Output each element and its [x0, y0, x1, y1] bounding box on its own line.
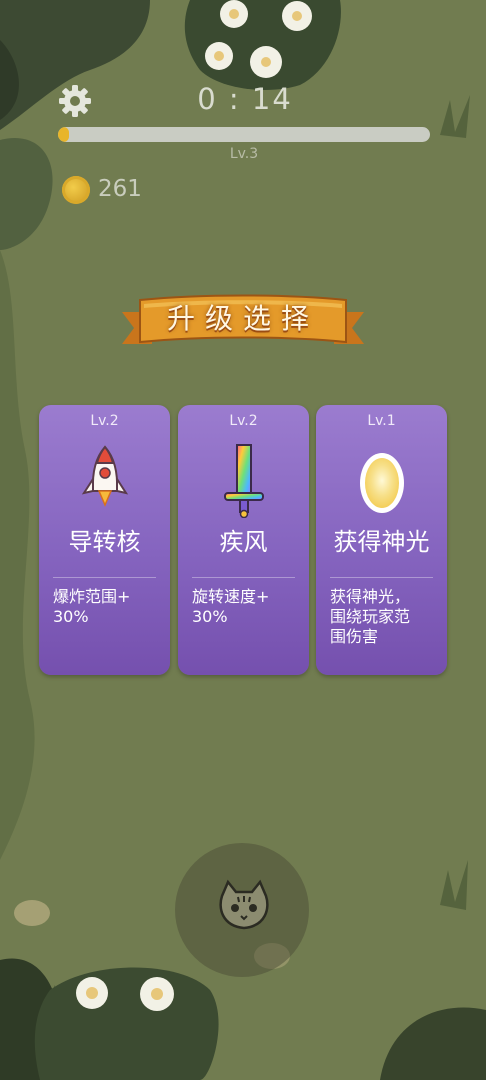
xp-progress-bar [58, 127, 430, 142]
rainbow-sword-icon [224, 444, 264, 518]
gear-icon[interactable] [56, 82, 94, 120]
game-timer: 0 : 14 [197, 82, 293, 116]
card-divider [192, 577, 295, 578]
card-level: Lv.2 [229, 413, 258, 429]
hud: 0 : 14 Lv.3 261 [0, 0, 486, 220]
player-level: Lv.3 [229, 146, 259, 162]
card-name: 获得神光 [333, 528, 430, 556]
card-level: Lv.1 [367, 413, 396, 429]
cat-player-icon [219, 879, 269, 930]
rocket-icon [81, 445, 129, 507]
card-divider [330, 577, 433, 578]
card-divider [53, 577, 156, 578]
upgrade-card-divine-light[interactable]: Lv.1 获得神光 获得神光， 围绕玩家范 围伤害 [316, 405, 447, 675]
upgrade-title: 升级选择 [166, 302, 319, 335]
card-description: 爆炸范围+ 30% [53, 587, 131, 626]
card-name: 导转核 [68, 528, 141, 556]
xp-progress-fill [58, 127, 70, 142]
card-name: 疾风 [219, 528, 268, 556]
glowing-orb-icon [360, 453, 404, 513]
card-description: 旋转速度+ 30% [192, 587, 270, 626]
card-description: 获得神光， 围绕玩家范 围伤害 [330, 587, 411, 646]
card-level: Lv.2 [90, 413, 119, 429]
coin-icon [62, 176, 90, 204]
upgrade-card-missile-core[interactable]: Lv.2 导转核 爆炸范围+ 30% [39, 405, 170, 675]
upgrade-card-gale[interactable]: Lv.2 疾风 旋转速度+ 30% [178, 405, 309, 675]
coin-count: 261 [98, 176, 142, 202]
